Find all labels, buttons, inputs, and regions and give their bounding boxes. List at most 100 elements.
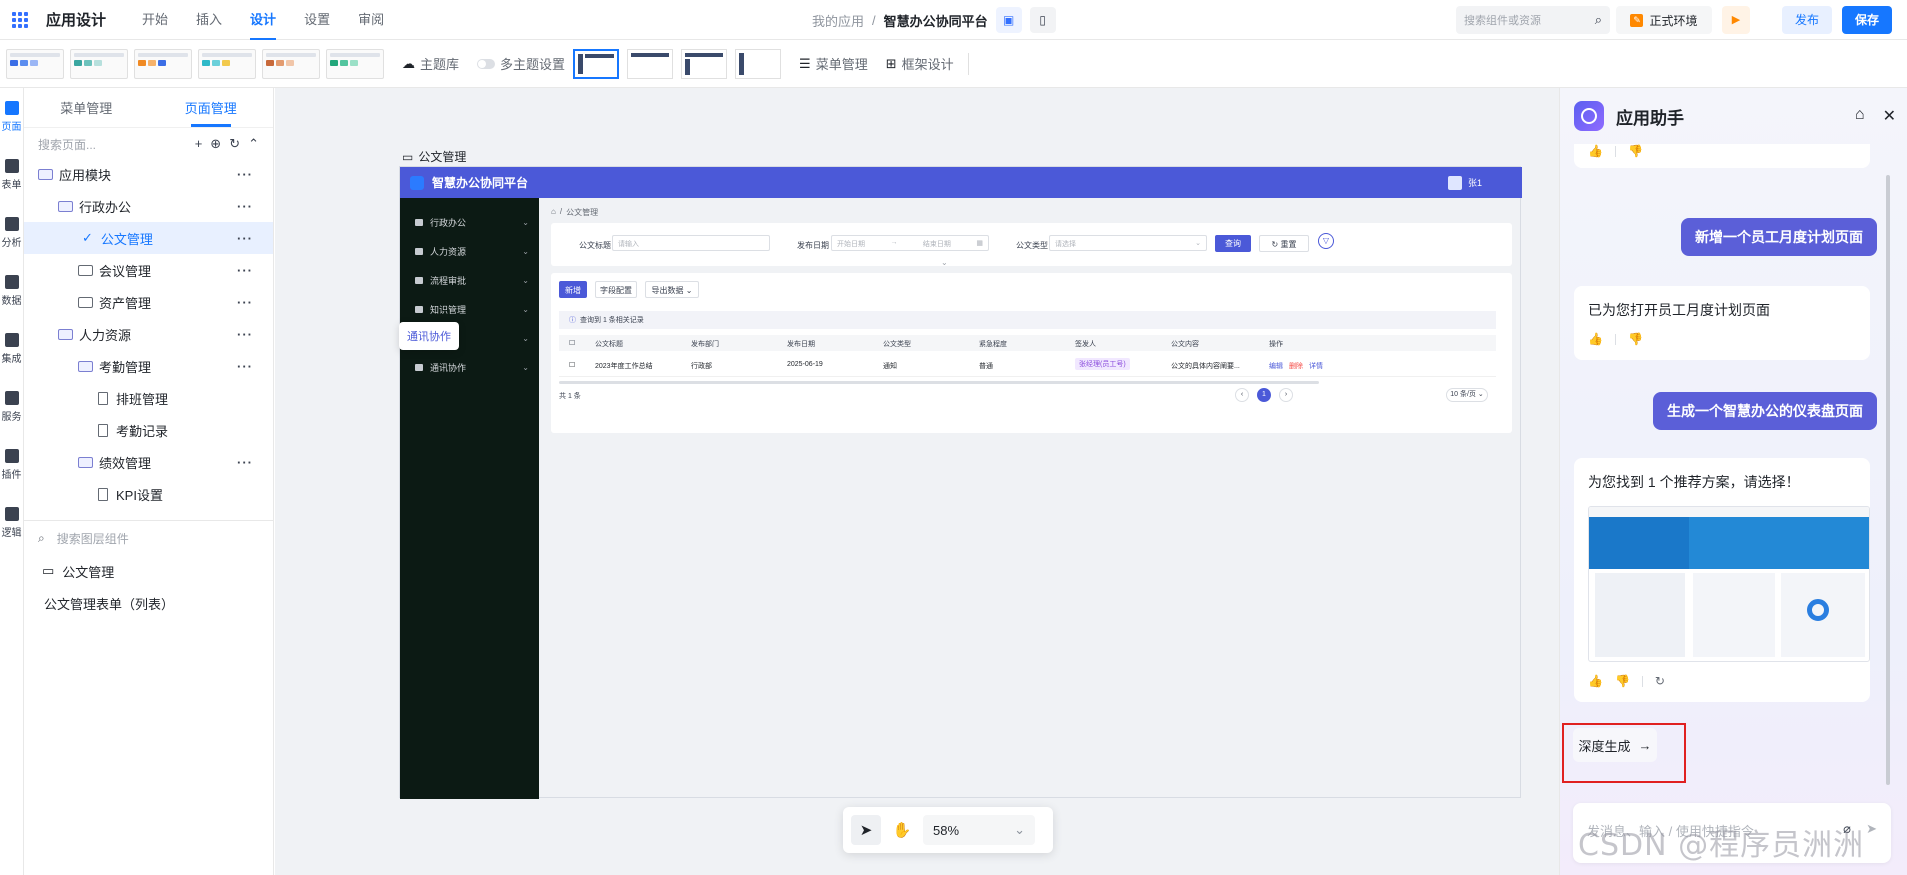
iconbar-plugins[interactable]: 插件 (0, 436, 23, 494)
side-menu-item[interactable]: 知识管理 ⌄ (400, 295, 539, 324)
component-layer-search[interactable]: ⌕ 搜索图层组件 (24, 521, 273, 555)
select-all-checkbox[interactable]: ☐ (569, 339, 575, 347)
desktop-preview-icon[interactable]: ▣ (995, 7, 1022, 33)
prev-page-button[interactable]: ‹ (1235, 388, 1249, 402)
side-menu-item[interactable]: 流程审批 ⌄ (400, 266, 539, 295)
environment-button[interactable]: ✎ 正式环境 (1616, 6, 1712, 34)
iconbar-logic[interactable]: 逻辑 (0, 494, 23, 552)
theme-library-button[interactable]: ☁ 主题库 (402, 54, 459, 73)
component-search-input[interactable]: 搜索组件或资源 ⌕ (1456, 6, 1610, 34)
theme-swatch[interactable] (70, 48, 128, 79)
column-header[interactable]: 操作 (1269, 339, 1283, 349)
tab-start[interactable]: 开始 (128, 0, 182, 40)
assistant-scrollbar[interactable] (1886, 175, 1890, 785)
reset-button[interactable]: ↻ 重置 (1259, 235, 1309, 252)
tab-review[interactable]: 审阅 (344, 0, 398, 40)
tab-menu-manage[interactable]: 菜单管理 (52, 88, 120, 127)
column-header[interactable]: 签发人 (1075, 339, 1096, 349)
tab-page-manage[interactable]: 页面管理 (177, 88, 245, 127)
send-icon[interactable]: ➤ (1866, 821, 1877, 837)
export-button[interactable]: 导出数据 ⌄ (645, 281, 699, 298)
thumb-up-icon[interactable]: 👍 (1588, 674, 1603, 688)
thumb-up-icon[interactable]: 👍 (1588, 332, 1603, 346)
toggle-switch[interactable] (477, 58, 496, 69)
tree-item[interactable]: 考勤记录 (24, 414, 273, 446)
more-icon[interactable]: ··· (237, 295, 253, 310)
multi-theme-toggle[interactable]: 多主题设置 (477, 54, 565, 73)
select-tool-icon[interactable]: ➤ (851, 815, 881, 845)
page-search-input[interactable]: 搜索页面... (38, 136, 96, 153)
add-button[interactable]: 新增 (559, 281, 587, 298)
add-icon[interactable]: + (195, 136, 203, 152)
add-folder-icon[interactable]: ⊕ (210, 136, 221, 152)
tree-item[interactable]: 会议管理 ··· (24, 254, 273, 286)
theme-swatch[interactable] (6, 48, 64, 79)
more-icon[interactable]: ··· (237, 359, 253, 374)
side-menu-item[interactable]: 行政办公 ⌄ (400, 208, 539, 237)
row-action-link[interactable]: 详情 (1309, 363, 1323, 370)
search-icon[interactable]: ⌕ (1595, 12, 1602, 28)
zoom-select[interactable]: 58% ⌄ (923, 815, 1035, 845)
refresh-icon[interactable]: ↻ (229, 136, 240, 152)
thumb-down-icon[interactable]: 👎 (1615, 674, 1630, 688)
column-header[interactable]: 公文类型 (883, 339, 911, 349)
mobile-preview-icon[interactable]: ▯ (1029, 7, 1056, 33)
close-icon[interactable]: ✕ (1883, 106, 1896, 126)
row-action-link[interactable]: 删除 (1289, 363, 1303, 370)
filter-type-select[interactable]: 请选择 ⌄ (1049, 235, 1207, 251)
tree-item[interactable]: 应用模块 ··· (24, 158, 273, 190)
tree-item[interactable]: 绩效管理 ··· (24, 446, 273, 478)
save-button[interactable]: 保存 (1842, 6, 1892, 34)
collapse-icon[interactable]: ⌃ (248, 136, 259, 152)
field-config-button[interactable]: 字段配置 (595, 281, 637, 298)
row-checkbox[interactable]: ☐ (569, 361, 575, 369)
preview-run-button[interactable]: ▶ (1722, 6, 1750, 34)
thumb-down-icon[interactable]: 👎 (1628, 332, 1643, 346)
tree-item[interactable]: KPI设置 (24, 478, 273, 510)
filter-icon[interactable]: ▽ (1318, 233, 1334, 249)
publish-button[interactable]: 发布 (1782, 6, 1832, 34)
table-row[interactable]: ☐ 2023年度工作总结 行政部 2025-06-19 通知 普通 张经理(员工号) 公文的具… (559, 351, 1496, 377)
layout-option-top-header[interactable] (627, 48, 674, 79)
iconbar-data[interactable]: 数据 (0, 262, 23, 320)
more-icon[interactable]: ··· (237, 167, 253, 182)
breadcrumb-my-apps[interactable]: 我的应用 (812, 11, 864, 30)
next-page-button[interactable]: › (1279, 388, 1293, 402)
filter-date-range[interactable]: 开始日期 → 结束日期 ▦ (831, 235, 989, 251)
more-icon[interactable]: ··· (237, 199, 253, 214)
row-action-link[interactable]: 编辑 (1269, 363, 1283, 370)
more-icon[interactable]: ··· (237, 231, 253, 246)
column-header[interactable]: 发布部门 (691, 339, 719, 349)
regenerate-icon[interactable]: ↻ (1655, 674, 1665, 688)
layout-option-side-only[interactable] (735, 48, 782, 79)
more-icon[interactable]: ··· (237, 263, 253, 278)
layout-option-header-side[interactable] (681, 48, 728, 79)
tree-item[interactable]: ✓ 公文管理 ··· (24, 222, 273, 254)
iconbar-forms[interactable]: 表单 (0, 146, 23, 204)
tree-item[interactable]: 排班管理 (24, 382, 273, 414)
query-button[interactable]: 查询 (1215, 235, 1251, 252)
column-header[interactable]: 公文内容 (1171, 339, 1199, 349)
tree-item[interactable]: 人力资源 ··· (24, 318, 273, 350)
tree-item[interactable]: 考勤管理 ··· (24, 350, 273, 382)
page-preview-frame[interactable]: 智慧办公协同平台 张1 行政办公⌄人力资源⌄流程审批⌄知识管理⌄…⌄通讯协作⌄ … (399, 166, 1522, 799)
more-icon[interactable]: ··· (237, 327, 253, 342)
tree-item[interactable]: 资产管理 ··· (24, 286, 273, 318)
menu-manage-button[interactable]: ☰ 菜单管理 (799, 54, 868, 73)
collapse-chevron-icon[interactable]: ⌄ (941, 258, 948, 267)
page-number-current[interactable]: 1 (1257, 388, 1271, 402)
iconbar-integration[interactable]: 集成 (0, 320, 23, 378)
more-icon[interactable]: ··· (237, 455, 253, 470)
side-menu-item[interactable]: 人力资源 ⌄ (400, 237, 539, 266)
theme-swatch[interactable] (262, 48, 320, 79)
horizontal-scrollbar[interactable] (559, 381, 1319, 384)
column-header[interactable]: 发布日期 (787, 339, 815, 349)
hand-tool-icon[interactable]: ✋ (887, 815, 917, 845)
home-icon[interactable]: ⌂ (551, 207, 556, 218)
column-header[interactable]: 公文标题 (595, 339, 623, 349)
tree-item[interactable]: 流程审批··· (24, 510, 273, 516)
tab-insert[interactable]: 插入 (182, 0, 236, 40)
tree-item[interactable]: 行政办公 ··· (24, 190, 273, 222)
thumb-up-icon[interactable]: 👍 (1588, 144, 1603, 158)
history-icon[interactable]: ⌂ (1855, 106, 1865, 126)
